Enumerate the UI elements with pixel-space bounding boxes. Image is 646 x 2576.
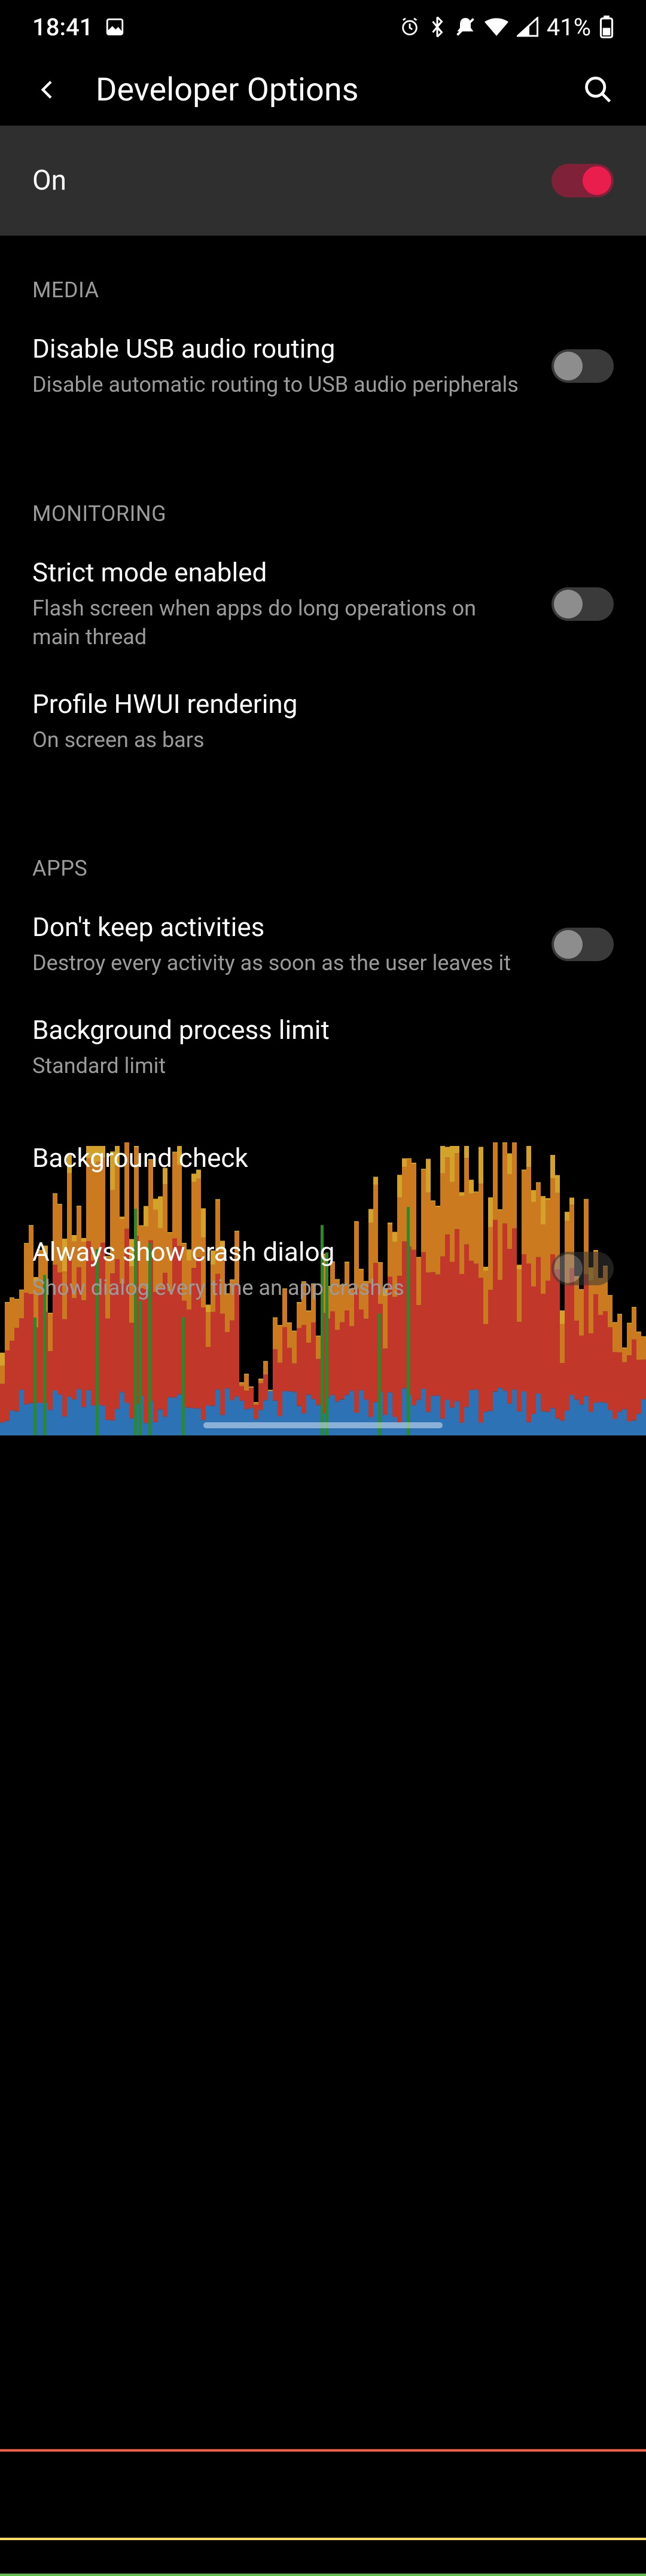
master-toggle-switch[interactable] — [551, 164, 614, 197]
bluetooth-icon — [428, 16, 446, 38]
status-bar-left: 18:41 — [32, 13, 125, 41]
setting-dont-keep-activities[interactable]: Don't keep activities Destroy every acti… — [0, 897, 646, 999]
search-icon — [583, 74, 614, 105]
chevron-left-icon — [36, 78, 60, 102]
setting-title: Strict mode enabled — [32, 556, 535, 589]
dnd-icon — [455, 16, 476, 38]
setting-title: Background check — [32, 1139, 614, 1177]
setting-sub: Show dialog every time an app crashes — [32, 1273, 523, 1303]
section-header-apps: APPS — [0, 814, 646, 897]
setting-profile-hwui[interactable]: Profile HWUI rendering On screen as bars — [0, 673, 646, 776]
hwui-line-green — [0, 2574, 646, 2576]
setting-background-check[interactable]: Background check — [0, 1125, 646, 1199]
alarm-icon — [400, 17, 420, 37]
app-bar: Developer Options — [0, 54, 646, 126]
status-bar: 18:41 41% — [0, 0, 646, 54]
setting-strict-mode[interactable]: Strict mode enabled Flash screen when ap… — [0, 542, 646, 673]
setting-title: Background process limit — [32, 1014, 614, 1047]
switch-always-show-crash[interactable] — [551, 1252, 614, 1285]
image-icon — [105, 17, 125, 37]
switch-dont-keep-activities[interactable] — [551, 928, 614, 961]
setting-sub: Disable automatic routing to USB audio p… — [32, 370, 523, 400]
section-header-monitoring: MONITORING — [0, 459, 646, 542]
search-button[interactable] — [577, 68, 620, 111]
setting-sub: Flash screen when apps do long operation… — [32, 594, 523, 652]
section-header-media: MEDIA — [0, 236, 646, 318]
gesture-nav-bar[interactable] — [203, 1422, 443, 1428]
settings-list[interactable]: MEDIA Disable USB audio routing Disable … — [0, 236, 646, 1324]
setting-title: Profile HWUI rendering — [32, 688, 614, 721]
setting-disable-usb-audio[interactable]: Disable USB audio routing Disable automa… — [0, 318, 646, 421]
battery-icon — [599, 16, 614, 38]
page-title: Developer Options — [96, 71, 359, 109]
setting-title: Disable USB audio routing — [32, 333, 535, 365]
hwui-line-red — [0, 2449, 646, 2452]
status-bar-right: 41% — [400, 13, 614, 41]
setting-title: Don't keep activities — [32, 911, 535, 944]
setting-sub: Standard limit — [32, 1051, 523, 1081]
hwui-line-yellow — [0, 2538, 646, 2540]
master-toggle-label: On — [32, 164, 66, 197]
back-button[interactable] — [26, 68, 69, 111]
setting-bg-process-limit[interactable]: Background process limit Standard limit — [0, 999, 646, 1102]
switch-strict-mode[interactable] — [551, 587, 614, 621]
cellular-icon — [517, 17, 538, 37]
setting-always-show-crash[interactable]: Always show crash dialog Show dialog eve… — [0, 1221, 646, 1324]
master-toggle-row[interactable]: On — [0, 126, 646, 236]
switch-disable-usb-audio[interactable] — [551, 349, 614, 383]
setting-sub: On screen as bars — [32, 725, 523, 755]
setting-title: Always show crash dialog — [32, 1236, 535, 1269]
wifi-icon — [484, 17, 508, 36]
status-time: 18:41 — [32, 13, 93, 41]
setting-sub: Destroy every activity as soon as the us… — [32, 949, 523, 978]
battery-percent: 41% — [547, 13, 591, 41]
